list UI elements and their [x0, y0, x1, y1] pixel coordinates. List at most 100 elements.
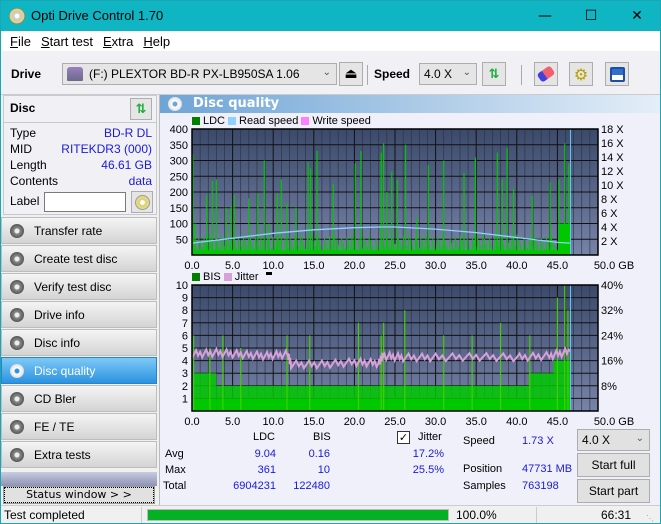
disc-icon — [10, 251, 24, 266]
status-text: Test completed — [4, 508, 85, 522]
drive-select[interactable]: (F:) PLEXTOR BD-R PX-LB950SA 1.06 ⌄ — [62, 63, 337, 85]
y-tick-label-left: 300 — [170, 156, 188, 168]
toolbar-separator — [367, 65, 368, 85]
menu-extra[interactable]: Extra — [98, 34, 138, 49]
y-tick-label-left: 3 — [182, 368, 188, 380]
disc-contents-label: Contents — [10, 174, 59, 188]
disc-icon — [10, 335, 24, 350]
samples-label: Samples — [463, 480, 506, 492]
close-button[interactable]: ✕ — [614, 1, 660, 31]
bis-level-1 — [216, 398, 387, 411]
drive-icon — [67, 67, 83, 81]
y-tick-label-right: 10 X — [601, 180, 624, 192]
test-speed-select[interactable]: 4.0 X ⌄ — [577, 429, 650, 451]
y-tick-label-left: 200 — [170, 187, 188, 199]
eject-button[interactable]: ⏏ — [339, 62, 363, 86]
divider — [536, 507, 537, 523]
y-tick-label-right: 16% — [601, 356, 623, 368]
disc-length-label: Length — [10, 158, 47, 172]
speed-value: 4.0 X — [424, 67, 453, 81]
elapsed-time: 66:31 — [601, 508, 632, 522]
disc-type-value: BD-R DL — [103, 126, 152, 140]
y-tick-label-right: 8% — [601, 381, 617, 393]
y-tick-label-right: 18 X — [601, 124, 624, 136]
maximize-button[interactable]: ☐ — [568, 1, 614, 31]
nav-transfer-rate[interactable]: Transfer rate — [1, 217, 157, 244]
settings-button[interactable]: ⚙ — [569, 62, 593, 86]
save-button[interactable] — [605, 62, 629, 86]
y-tick-label-right: 40% — [601, 280, 623, 292]
resize-grip-icon[interactable]: ⋱ — [646, 514, 654, 523]
nav-verify-test-disc[interactable]: Verify test disc — [1, 273, 157, 300]
start-full-button[interactable]: Start full — [577, 453, 650, 477]
menu-file[interactable]: File — [5, 34, 36, 49]
y-tick-label-left: 10 — [176, 280, 188, 292]
x-tick-label: 40.0 — [506, 260, 527, 272]
jitter-checkbox[interactable]: ✓ — [397, 431, 410, 444]
eraser-icon — [536, 65, 556, 83]
y-tick-label-left: 50 — [176, 234, 188, 246]
speed-select[interactable]: 4.0 X ⌄ — [419, 63, 477, 85]
bis-level — [386, 385, 529, 399]
nav-disc-info[interactable]: Disc info — [1, 329, 157, 356]
y-tick-label-left: 250 — [170, 171, 188, 183]
toolbar-separator — [521, 65, 522, 85]
drive-label: Drive — [11, 67, 42, 81]
menu-start-test[interactable]: Start test — [36, 34, 98, 49]
stats-col-ldc: LDC — [253, 431, 276, 443]
app-icon — [9, 8, 25, 24]
panel-title: Disc quality — [193, 96, 280, 111]
y-tick-label-right: 12 X — [601, 166, 624, 178]
jitter-label: Jitter — [418, 431, 442, 443]
erase-button[interactable] — [534, 62, 558, 86]
y-tick-label-left: 2 — [182, 381, 188, 393]
disc-icon — [10, 363, 24, 378]
nav-create-test-disc[interactable]: Create test disc — [1, 245, 157, 272]
menu-help[interactable]: Help — [138, 34, 175, 49]
disc-label-input[interactable] — [44, 192, 126, 212]
chevron-down-icon: ⌄ — [462, 67, 471, 78]
refresh-speed-button[interactable]: ⇅ — [482, 62, 506, 86]
swap-icon: ⇅ — [488, 66, 500, 82]
bis-level — [528, 373, 554, 399]
nav-cd-bler[interactable]: CD Bler — [1, 385, 157, 412]
y-tick-label-right: 14 X — [601, 152, 624, 164]
bis-level-1 — [386, 398, 529, 411]
app-window: Opti Drive Control 1.70 — ☐ ✕ File Start… — [0, 0, 661, 524]
x-tick-label: 35.0 — [465, 416, 486, 427]
y-tick-label-right: 16 X — [601, 138, 624, 150]
x-tick-label: 35.0 — [465, 260, 486, 272]
bis-total-value: 122480 — [293, 480, 330, 492]
bis-level — [216, 385, 387, 399]
y-tick-label-left: 9 — [182, 293, 188, 305]
progress-text: 100.0% — [456, 508, 497, 522]
nav-fe-te[interactable]: FE / TE — [1, 413, 157, 440]
status-window-button[interactable]: Status window > > — [3, 486, 155, 504]
bis-chart: 10987654321 40% 32% 24% 16% 8% 0.0 5.0 10.0 15.0 2… — [176, 280, 634, 427]
ldc-chart: 400 350 300 250 200 150 100 50 18 X 16 X 14 X 12 X 1… — [170, 124, 635, 272]
nav-disc-quality[interactable]: Disc quality — [1, 357, 157, 384]
y-tick-label-left: 7 — [182, 318, 188, 330]
x-tick-label: 0.0 — [184, 416, 199, 427]
x-tick-label: 5.0 — [225, 416, 240, 427]
nav-drive-info[interactable]: Drive info — [1, 301, 157, 328]
y-tick-label-left: 4 — [182, 356, 188, 368]
disc-label-button[interactable] — [131, 191, 153, 213]
legend-marker — [265, 271, 272, 275]
start-part-button[interactable]: Start part — [577, 479, 650, 503]
ldc-max-value: 361 — [257, 464, 276, 476]
y-tick-label-right: 2 X — [601, 236, 618, 248]
minimize-button[interactable]: — — [522, 1, 568, 31]
x-tick-label: 20.0 — [344, 260, 365, 272]
y-tick-label-left: 6 — [182, 330, 188, 342]
progress-bar — [147, 509, 449, 521]
disc-refresh-button[interactable]: ⇅ — [130, 98, 152, 120]
chevron-down-icon: ⌄ — [322, 67, 331, 78]
x-tick-label: 40.0 — [506, 416, 527, 427]
gear-icon: ⚙ — [573, 64, 589, 84]
speed-label: Speed — [463, 435, 495, 447]
nav-extra-tests[interactable]: Extra tests — [1, 441, 157, 468]
nav-spacer — [1, 472, 157, 486]
y-tick-label-right: 8 X — [601, 194, 618, 206]
y-tick-label-left: 1 — [182, 393, 188, 405]
